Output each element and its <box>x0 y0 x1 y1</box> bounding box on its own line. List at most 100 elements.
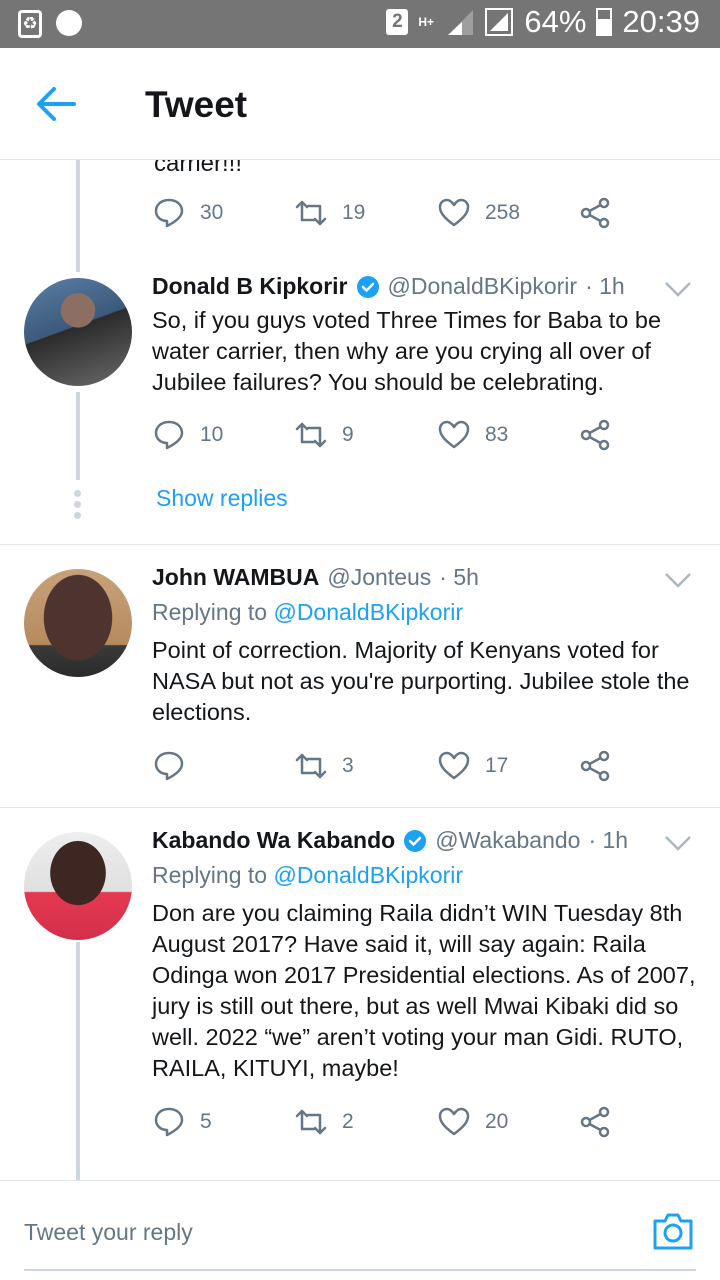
previous-tweet-actions: 30 19 258 <box>152 196 622 236</box>
battery-icon <box>596 8 613 36</box>
reply-composer: Tweet your reply <box>0 1180 720 1280</box>
retweet-icon <box>295 200 327 226</box>
thread-connector <box>76 392 80 480</box>
tweet-actions: 3 17 <box>152 749 622 789</box>
retweet-count: 9 <box>342 423 354 446</box>
author-name[interactable]: Donald B Kipkorir <box>152 273 348 300</box>
show-replies-link[interactable]: Show replies <box>156 485 288 512</box>
like-count: 17 <box>485 754 509 777</box>
reply-button[interactable] <box>152 749 200 783</box>
input-underline <box>24 1269 696 1271</box>
camera-icon[interactable] <box>652 1211 694 1251</box>
signal-box-icon <box>485 8 514 36</box>
reply-button[interactable]: 30 <box>152 196 223 230</box>
replying-to-mention[interactable]: @DonaldBKipkorir <box>273 599 463 625</box>
retweet-count: 3 <box>342 754 354 777</box>
reply-icon <box>154 420 184 450</box>
tweet-header: Kabando Wa Kabando @Wakabando · 1h <box>152 827 628 854</box>
sim-slot-indicator: 2 <box>386 9 409 35</box>
app-bar: Tweet <box>0 48 720 160</box>
like-button[interactable]: 20 <box>437 1105 508 1139</box>
retweet-button[interactable]: 2 <box>294 1105 354 1139</box>
settings-notification-icon <box>56 10 82 36</box>
network-type-icon: H+ <box>418 15 435 29</box>
retweet-count: 2 <box>342 1110 354 1133</box>
replying-to: Replying to @DonaldBKipkorir <box>152 599 463 626</box>
avatar[interactable] <box>24 832 132 940</box>
share-icon <box>580 419 610 451</box>
tweet-text: Point of correction. Majority of Kenyans… <box>152 637 690 725</box>
retweet-count: 19 <box>342 201 366 224</box>
thread-connector <box>76 160 80 272</box>
replying-to-mention[interactable]: @DonaldBKipkorir <box>273 862 463 888</box>
recycle-notification-icon: ♻ <box>18 10 42 38</box>
tweet-time: · 1h <box>585 273 625 299</box>
reply-icon <box>154 1107 184 1137</box>
reply-button[interactable]: 10 <box>152 418 223 452</box>
heart-icon <box>438 1107 470 1136</box>
retweet-icon <box>295 1109 327 1135</box>
clock: 20:39 <box>622 4 700 39</box>
share-icon <box>580 197 610 229</box>
avatar[interactable] <box>24 569 132 677</box>
divider <box>0 544 720 545</box>
share-button[interactable] <box>578 1105 612 1139</box>
reply-icon <box>154 751 184 781</box>
chevron-down-icon[interactable] <box>664 280 692 298</box>
verified-badge-icon <box>356 275 379 298</box>
heart-icon <box>438 751 470 780</box>
page-title: Tweet <box>145 84 248 125</box>
like-button[interactable]: 258 <box>437 196 520 230</box>
retweet-icon <box>295 753 327 779</box>
chevron-down-icon[interactable] <box>664 834 692 852</box>
back-arrow-icon[interactable] <box>36 86 76 122</box>
verified-badge-icon <box>404 829 427 852</box>
like-button[interactable]: 17 <box>437 749 508 783</box>
author-name[interactable]: John WAMBUA <box>152 564 319 591</box>
share-button[interactable] <box>578 749 612 783</box>
replying-to: Replying to @DonaldBKipkorir <box>152 862 463 889</box>
reply-count: 10 <box>200 423 224 446</box>
replying-to-label: Replying to <box>152 862 268 888</box>
author-name[interactable]: Kabando Wa Kabando <box>152 827 395 854</box>
signal-icon <box>448 10 474 35</box>
thread-dots <box>74 490 82 523</box>
avatar[interactable] <box>24 278 132 386</box>
tweet-time: · 5h <box>439 564 479 590</box>
battery-percent: 64% <box>524 4 587 39</box>
heart-icon <box>438 198 470 227</box>
reply-button[interactable]: 5 <box>152 1105 212 1139</box>
author-handle[interactable]: @Wakabando <box>435 827 580 854</box>
reply-count: 30 <box>200 201 224 224</box>
reply-input[interactable]: Tweet your reply <box>24 1219 193 1246</box>
tweet-actions: 5 2 20 <box>152 1105 622 1145</box>
retweet-button[interactable]: 19 <box>294 196 365 230</box>
share-button[interactable] <box>578 196 612 230</box>
chevron-down-icon[interactable] <box>664 571 692 589</box>
replying-to-label: Replying to <box>152 599 268 625</box>
author-handle[interactable]: @DonaldBKipkorir <box>388 273 578 300</box>
retweet-button[interactable]: 3 <box>294 749 354 783</box>
share-icon <box>580 750 610 782</box>
share-icon <box>580 1106 610 1138</box>
tweet-header: John WAMBUA @Jonteus · 5h <box>152 564 479 591</box>
like-count: 83 <box>485 423 509 446</box>
like-button[interactable]: 83 <box>437 418 508 452</box>
reply-icon <box>154 198 184 228</box>
status-bar: ♻ 2 H+ 64% 20:39 <box>0 0 720 48</box>
divider <box>0 807 720 808</box>
like-count: 20 <box>485 1110 509 1133</box>
tweet-actions: 10 9 83 <box>152 418 622 458</box>
previous-tweet-text: carrier!!! <box>154 160 243 177</box>
heart-icon <box>438 420 470 449</box>
tweet-text: So, if you guys voted Three Times for Ba… <box>152 307 662 395</box>
share-button[interactable] <box>578 418 612 452</box>
like-count: 258 <box>485 201 521 224</box>
tweet-thread[interactable]: carrier!!! 30 19 258 Donald B Kipkorir @… <box>0 160 720 1180</box>
tweet-text: Don are you claiming Raila didn’t WIN Tu… <box>152 900 696 1081</box>
tweet-header: Donald B Kipkorir @DonaldBKipkorir · 1h <box>152 273 625 300</box>
retweet-button[interactable]: 9 <box>294 418 354 452</box>
author-handle[interactable]: @Jonteus <box>327 564 431 591</box>
reply-count: 5 <box>200 1110 212 1133</box>
thread-connector <box>76 942 80 1180</box>
